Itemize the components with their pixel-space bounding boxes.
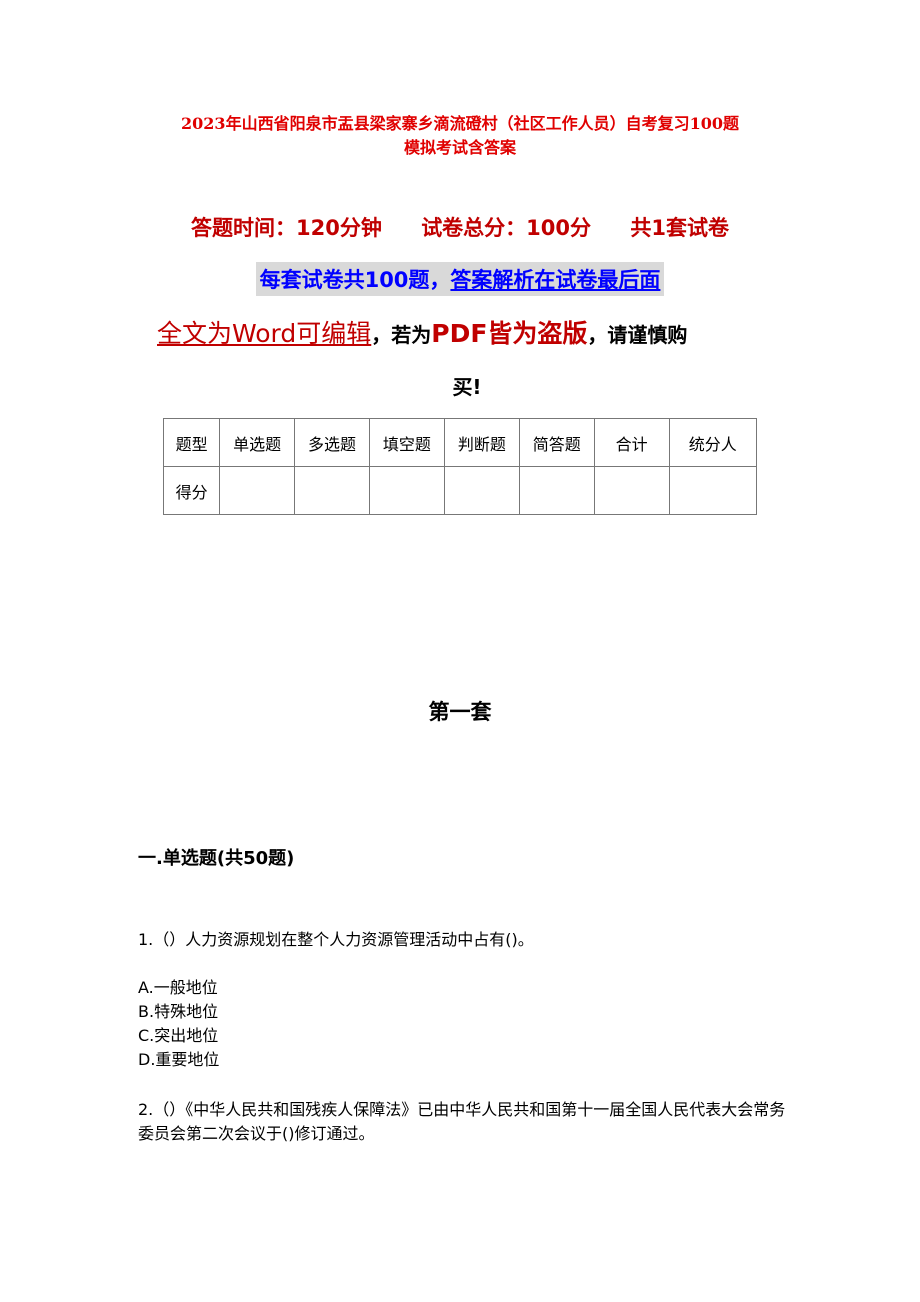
score-cell[interactable] bbox=[368, 466, 445, 515]
option-a: A.一般地位 bbox=[138, 978, 218, 997]
title-line-2: 模拟考试含答案 bbox=[403, 138, 516, 157]
question-text: 2.（）《中华人民共和国残疾人保障法》已由中华人民共和国第十一届全国人民代表大会… bbox=[138, 1100, 786, 1143]
notice-question-count: 每套试卷共100题， bbox=[259, 268, 451, 292]
question-text: 1.（）人力资源规划在整个人力资源管理活动中占有()。 bbox=[138, 930, 534, 949]
piracy-warning: 全文为Word可编辑，若为PDF皆为盗版，请谨慎购 买! bbox=[157, 308, 777, 413]
part-heading: 一.单选题(共50题) bbox=[138, 848, 295, 869]
title-line-1: 2023年山西省阳泉市盂县梁家寨乡滴流磴村（社区工作人员）自考复习100题 bbox=[181, 114, 739, 133]
score-cell[interactable] bbox=[443, 466, 520, 515]
option-d: D.重要地位 bbox=[138, 1050, 220, 1069]
question-1: 1.（）人力资源规划在整个人力资源管理活动中占有()。 A.一般地位 B.特殊地… bbox=[138, 928, 798, 1072]
score-cell[interactable] bbox=[518, 466, 595, 515]
warning-pdf: PDF皆为盗版 bbox=[431, 319, 588, 348]
exam-info: 答题时间：120分钟 试卷总分：100分 共1套试卷 bbox=[0, 212, 920, 242]
question-2: 2.（）《中华人民共和国残疾人保障法》已由中华人民共和国第十一届全国人民代表大会… bbox=[138, 1098, 798, 1146]
document-title: 2023年山西省阳泉市盂县梁家寨乡滴流磴村（社区工作人员）自考复习100题 模拟… bbox=[120, 112, 800, 160]
header-cell: 多选题 bbox=[294, 418, 370, 467]
notice-banner: 每套试卷共100题，答案解析在试卷最后面 bbox=[0, 262, 920, 296]
option-c: C.突出地位 bbox=[138, 1026, 219, 1045]
row-label: 得分 bbox=[162, 466, 221, 515]
section-heading: 第一套 bbox=[428, 700, 492, 724]
score-cell[interactable] bbox=[593, 466, 670, 515]
score-table-header: 题型 单选题 多选题 填空题 判断题 简答题 合计 统分人 bbox=[162, 418, 758, 467]
notice-answer-location: 答案解析在试卷最后面 bbox=[450, 268, 661, 292]
header-cell: 合计 bbox=[593, 418, 670, 467]
header-cell: 简答题 bbox=[518, 418, 595, 467]
option-b: B.特殊地位 bbox=[138, 1002, 219, 1021]
score-table: 题型 单选题 多选题 填空题 判断题 简答题 合计 统分人 得分 bbox=[162, 418, 758, 515]
warning-text-1: ，若为 bbox=[371, 323, 432, 347]
header-cell: 统分人 bbox=[668, 418, 758, 467]
header-cell: 判断题 bbox=[443, 418, 520, 467]
warning-editable: 全文为Word可编辑 bbox=[157, 319, 372, 348]
exam-time: 答题时间：120分钟 bbox=[191, 216, 382, 240]
header-cell: 单选题 bbox=[219, 418, 296, 467]
header-cell: 题型 bbox=[162, 418, 221, 467]
score-cell[interactable] bbox=[668, 466, 758, 515]
score-table-row: 得分 bbox=[162, 466, 758, 515]
score-cell[interactable] bbox=[294, 466, 370, 515]
exam-total-score: 试卷总分：100分 bbox=[421, 216, 592, 240]
header-cell: 填空题 bbox=[368, 418, 445, 467]
score-cell[interactable] bbox=[219, 466, 296, 515]
warning-text-3: 买! bbox=[452, 375, 482, 399]
warning-text-2: ，请谨慎购 bbox=[587, 323, 688, 347]
exam-set-count: 共1套试卷 bbox=[630, 216, 729, 240]
